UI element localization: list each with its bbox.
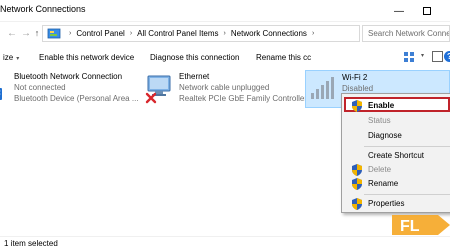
diagnose-connection-button[interactable]: Diagnose this connection — [150, 53, 239, 62]
breadcrumb-item-control-panel[interactable]: Control Panel — [76, 29, 124, 38]
breadcrumb-item-all-items[interactable]: All Control Panel Items — [137, 29, 218, 38]
menu-item-label: Diagnose — [368, 131, 402, 140]
chevron-right-icon: › — [129, 30, 133, 37]
svg-text:FL: FL — [400, 218, 420, 235]
menu-item-label: Properties — [368, 199, 405, 208]
context-menu: Enable Status Diagnose Create Shortcut D… — [341, 93, 450, 213]
wifi-icon — [311, 77, 334, 99]
shield-icon — [352, 178, 362, 190]
connection-status: Disabled — [342, 84, 374, 93]
menu-separator — [364, 194, 450, 195]
connection-name: Bluetooth Network Connection — [14, 72, 123, 81]
menu-item-delete[interactable]: Delete — [344, 163, 450, 177]
minimize-button[interactable]: — — [385, 0, 413, 22]
window-title: Network Connections — [0, 4, 86, 14]
maximize-icon — [423, 7, 431, 15]
search-input[interactable]: Search Network Conne — [362, 25, 450, 42]
chevron-down-icon[interactable]: ▾ — [421, 52, 424, 59]
address-box[interactable]: › Control Panel › All Control Panel Item… — [42, 25, 360, 42]
menu-item-diagnose[interactable]: Diagnose — [344, 129, 450, 143]
view-options-icon[interactable] — [402, 50, 418, 64]
help-icon[interactable]: ? — [444, 51, 450, 62]
menu-separator — [364, 146, 450, 147]
connection-item-ethernet[interactable]: Ethernet Network cable unplugged Realtek… — [143, 70, 307, 108]
command-bar: ize Enable this network device Diagnose … — [0, 48, 450, 68]
menu-item-status[interactable]: Status — [344, 114, 450, 128]
menu-item-rename[interactable]: Rename — [344, 177, 450, 191]
maximize-button[interactable] — [413, 0, 441, 22]
menu-item-label: Status — [368, 116, 391, 125]
chevron-right-icon: › — [223, 30, 226, 37]
menu-item-label: Enable — [368, 101, 395, 110]
organize-menu[interactable]: ize — [3, 53, 19, 62]
back-button[interactable]: ← — [5, 26, 19, 40]
title-bar: Network Connections — ✕ — [0, 0, 450, 22]
connection-device: Realtek PCIe GbE Family Controller — [179, 94, 308, 103]
enable-device-button[interactable]: Enable this network device — [39, 53, 134, 62]
connection-name: Wi-Fi 2 — [342, 73, 368, 82]
minimize-icon: — — [394, 5, 404, 17]
status-bar: 1 item selected — [0, 236, 450, 250]
menu-item-enable[interactable]: Enable — [344, 97, 450, 112]
connection-status: Not connected — [14, 83, 66, 92]
address-bar: ← → ↑ › Control Panel › All Control Pane… — [0, 22, 450, 44]
connection-name: Ethernet — [179, 72, 210, 81]
menu-item-create-shortcut[interactable]: Create Shortcut — [344, 149, 450, 163]
chevron-right-icon: › — [311, 30, 315, 37]
menu-item-label: Rename — [368, 179, 399, 188]
error-x-icon — [145, 92, 157, 104]
menu-item-label: Delete — [368, 165, 392, 174]
connection-status: Network cable unplugged — [179, 83, 270, 92]
shield-icon — [352, 198, 362, 210]
watermark-logo: FL — [392, 215, 450, 235]
status-text: 1 item selected — [4, 239, 58, 248]
shield-icon — [352, 100, 362, 112]
rename-connection-button[interactable]: Rename this cc — [256, 53, 311, 62]
arrow-up-icon: ↑ — [34, 28, 40, 38]
breadcrumb: › Control Panel › All Control Panel Item… — [64, 29, 319, 38]
menu-item-label: Create Shortcut — [368, 151, 425, 160]
control-panel-icon — [47, 28, 61, 39]
arrow-left-icon: ← — [7, 27, 17, 39]
breadcrumb-item-network-connections[interactable]: Network Connections — [231, 29, 307, 38]
chevron-right-icon: › — [69, 30, 72, 37]
close-button[interactable]: ✕ — [441, 0, 450, 22]
connection-item-bluetooth[interactable]: Bluetooth Network Connection Not connect… — [0, 70, 140, 108]
connection-device: Bluetooth Device (Personal Area ... — [14, 94, 139, 103]
preview-pane-icon[interactable] — [432, 51, 443, 62]
shield-icon — [352, 164, 362, 176]
